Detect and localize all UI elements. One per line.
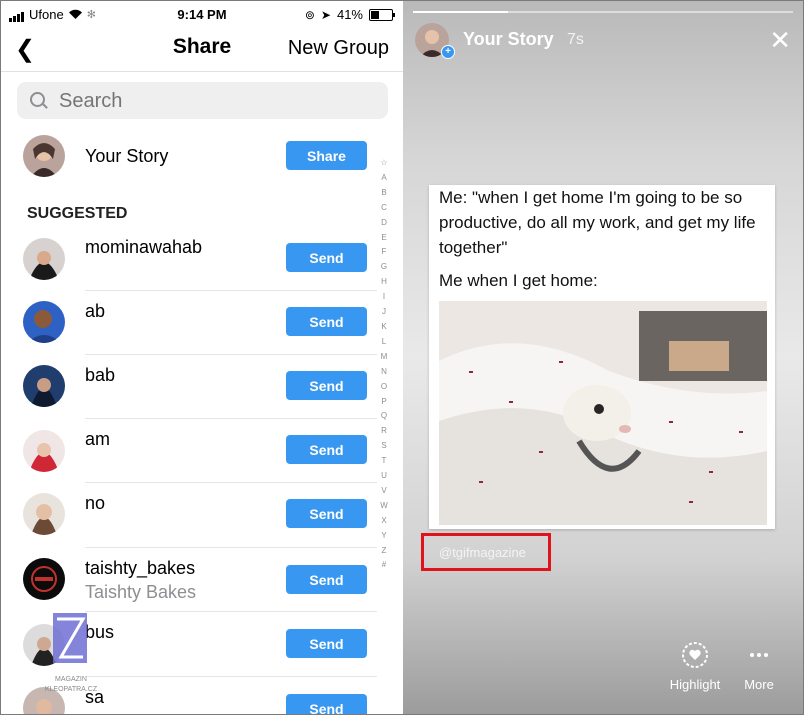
- index-letter[interactable]: S: [377, 439, 391, 454]
- index-letter[interactable]: I: [377, 290, 391, 305]
- add-story-icon: +: [441, 45, 455, 59]
- index-letter[interactable]: T: [377, 454, 391, 469]
- more-button[interactable]: More: [737, 641, 781, 692]
- highlight-button[interactable]: Highlight: [659, 641, 731, 692]
- index-letter[interactable]: O: [377, 380, 391, 395]
- share-button[interactable]: Share: [286, 141, 367, 170]
- watermark-logo: MAGAZIN KLEOPATRA.CZ: [41, 611, 101, 701]
- contact-name: ab: [85, 301, 106, 321]
- index-letter[interactable]: N: [377, 365, 391, 380]
- story-owner[interactable]: Your Story: [463, 29, 554, 50]
- send-button[interactable]: Send: [286, 499, 367, 528]
- your-story-label: Your Story: [85, 146, 169, 166]
- index-letter[interactable]: X: [377, 514, 391, 529]
- send-button[interactable]: Send: [286, 435, 367, 464]
- index-letter[interactable]: W: [377, 499, 391, 514]
- search-input[interactable]: [57, 86, 381, 116]
- index-letter[interactable]: G: [377, 260, 391, 275]
- index-letter[interactable]: B: [377, 186, 391, 201]
- index-letter[interactable]: V: [377, 484, 391, 499]
- avatar: [23, 301, 65, 343]
- contact-row: no Send: [1, 483, 377, 547]
- send-button[interactable]: Send: [286, 629, 367, 658]
- search-icon: [30, 92, 45, 107]
- index-letter[interactable]: Z: [377, 544, 391, 559]
- location-icon: ➤: [320, 7, 331, 22]
- your-story-row: Your Story Share: [1, 131, 377, 181]
- index-letter[interactable]: C: [377, 201, 391, 216]
- story-progress-fill: [413, 11, 508, 13]
- alphabet-index[interactable]: ☆ A B C D E F G H I J K L M N O P Q R S T U V W X Y Z #: [377, 156, 391, 573]
- status-right: ⊚ ➤ 41%: [304, 7, 395, 22]
- svg-text:MAGAZIN: MAGAZIN: [55, 676, 87, 683]
- avatar: [23, 493, 65, 535]
- close-icon[interactable]: ✕: [769, 27, 791, 53]
- more-dots-icon: [750, 653, 768, 657]
- send-button[interactable]: Send: [286, 694, 367, 714]
- highlight-label: Highlight: [669, 677, 721, 692]
- mention-highlight-box: @tgifmagazine: [421, 533, 551, 571]
- index-letter[interactable]: E: [377, 231, 391, 246]
- post-caption-line: Me: "when I get home I'm going to be so: [439, 188, 743, 207]
- post-caption-line: together": [439, 238, 508, 257]
- story-post-card: Me: "when I get home I'm going to be so …: [429, 185, 775, 529]
- index-letter[interactable]: A: [377, 171, 391, 186]
- send-button[interactable]: Send: [286, 307, 367, 336]
- battery-percent: 41%: [336, 7, 363, 22]
- index-letter[interactable]: K: [377, 320, 391, 335]
- contact-row: mominawahab Send: [1, 227, 377, 291]
- avatar: [23, 238, 65, 280]
- index-letter[interactable]: M: [377, 350, 391, 365]
- story-progress-bar: [413, 11, 793, 13]
- screenshot-frame: Ufone ✻ 9:14 PM ⊚ ➤ 41% ❮ Share New Grou…: [0, 0, 804, 715]
- index-letter[interactable]: R: [377, 424, 391, 439]
- avatar: [23, 365, 65, 407]
- post-photo: [439, 301, 767, 525]
- avatar: [23, 135, 65, 177]
- heart-circle-icon: [682, 642, 708, 668]
- contact-row: am Send: [1, 419, 377, 483]
- contact-row: bab Send: [1, 355, 377, 419]
- search-bar[interactable]: [17, 82, 388, 119]
- contact-name: bab: [85, 365, 116, 385]
- section-header: SUGGESTED: [27, 205, 128, 222]
- index-letter[interactable]: F: [377, 245, 391, 260]
- index-letter[interactable]: D: [377, 216, 391, 231]
- index-letter[interactable]: Q: [377, 409, 391, 424]
- index-letter[interactable]: ☆: [377, 156, 391, 171]
- send-button[interactable]: Send: [286, 565, 367, 594]
- contact-name: taishty_bakes: [85, 558, 196, 578]
- mention-tag[interactable]: @tgifmagazine: [439, 545, 526, 560]
- contact-name: mominawahab: [85, 237, 203, 257]
- story-time: 7s: [567, 31, 584, 48]
- send-button[interactable]: Send: [286, 371, 367, 400]
- post-caption-line: Me when I get home:: [439, 271, 598, 290]
- story-viewer: + Your Story 7s ✕ Me: "when I get home I…: [403, 1, 803, 714]
- index-letter[interactable]: U: [377, 469, 391, 484]
- index-letter[interactable]: H: [377, 275, 391, 290]
- svg-text:KLEOPATRA.CZ: KLEOPATRA.CZ: [45, 686, 98, 693]
- contact-fullname: Taishty Bakes: [85, 582, 197, 602]
- avatar: [23, 430, 65, 472]
- contact-row: taishty_bakes Taishty Bakes Send: [1, 548, 377, 612]
- avatar: [23, 558, 65, 600]
- contact-name: no: [85, 493, 106, 513]
- index-letter[interactable]: L: [377, 335, 391, 350]
- nav-bar: ❮ Share New Group: [1, 27, 403, 72]
- share-panel: Ufone ✻ 9:14 PM ⊚ ➤ 41% ❮ Share New Grou…: [1, 1, 403, 714]
- index-letter[interactable]: #: [377, 558, 391, 573]
- orientation-lock-icon: ⊚: [304, 7, 315, 22]
- battery-icon: [369, 8, 395, 21]
- more-label: More: [744, 677, 774, 692]
- post-caption-line: productive, do all my work, and get my l…: [439, 213, 756, 232]
- contact-row: ab Send: [1, 291, 377, 355]
- status-bar: Ufone ✻ 9:14 PM ⊚ ➤ 41%: [1, 1, 403, 27]
- index-letter[interactable]: Y: [377, 529, 391, 544]
- index-letter[interactable]: P: [377, 395, 391, 410]
- contact-name: am: [85, 429, 111, 449]
- send-button[interactable]: Send: [286, 243, 367, 272]
- new-group-button[interactable]: New Group: [288, 37, 389, 60]
- index-letter[interactable]: J: [377, 305, 391, 320]
